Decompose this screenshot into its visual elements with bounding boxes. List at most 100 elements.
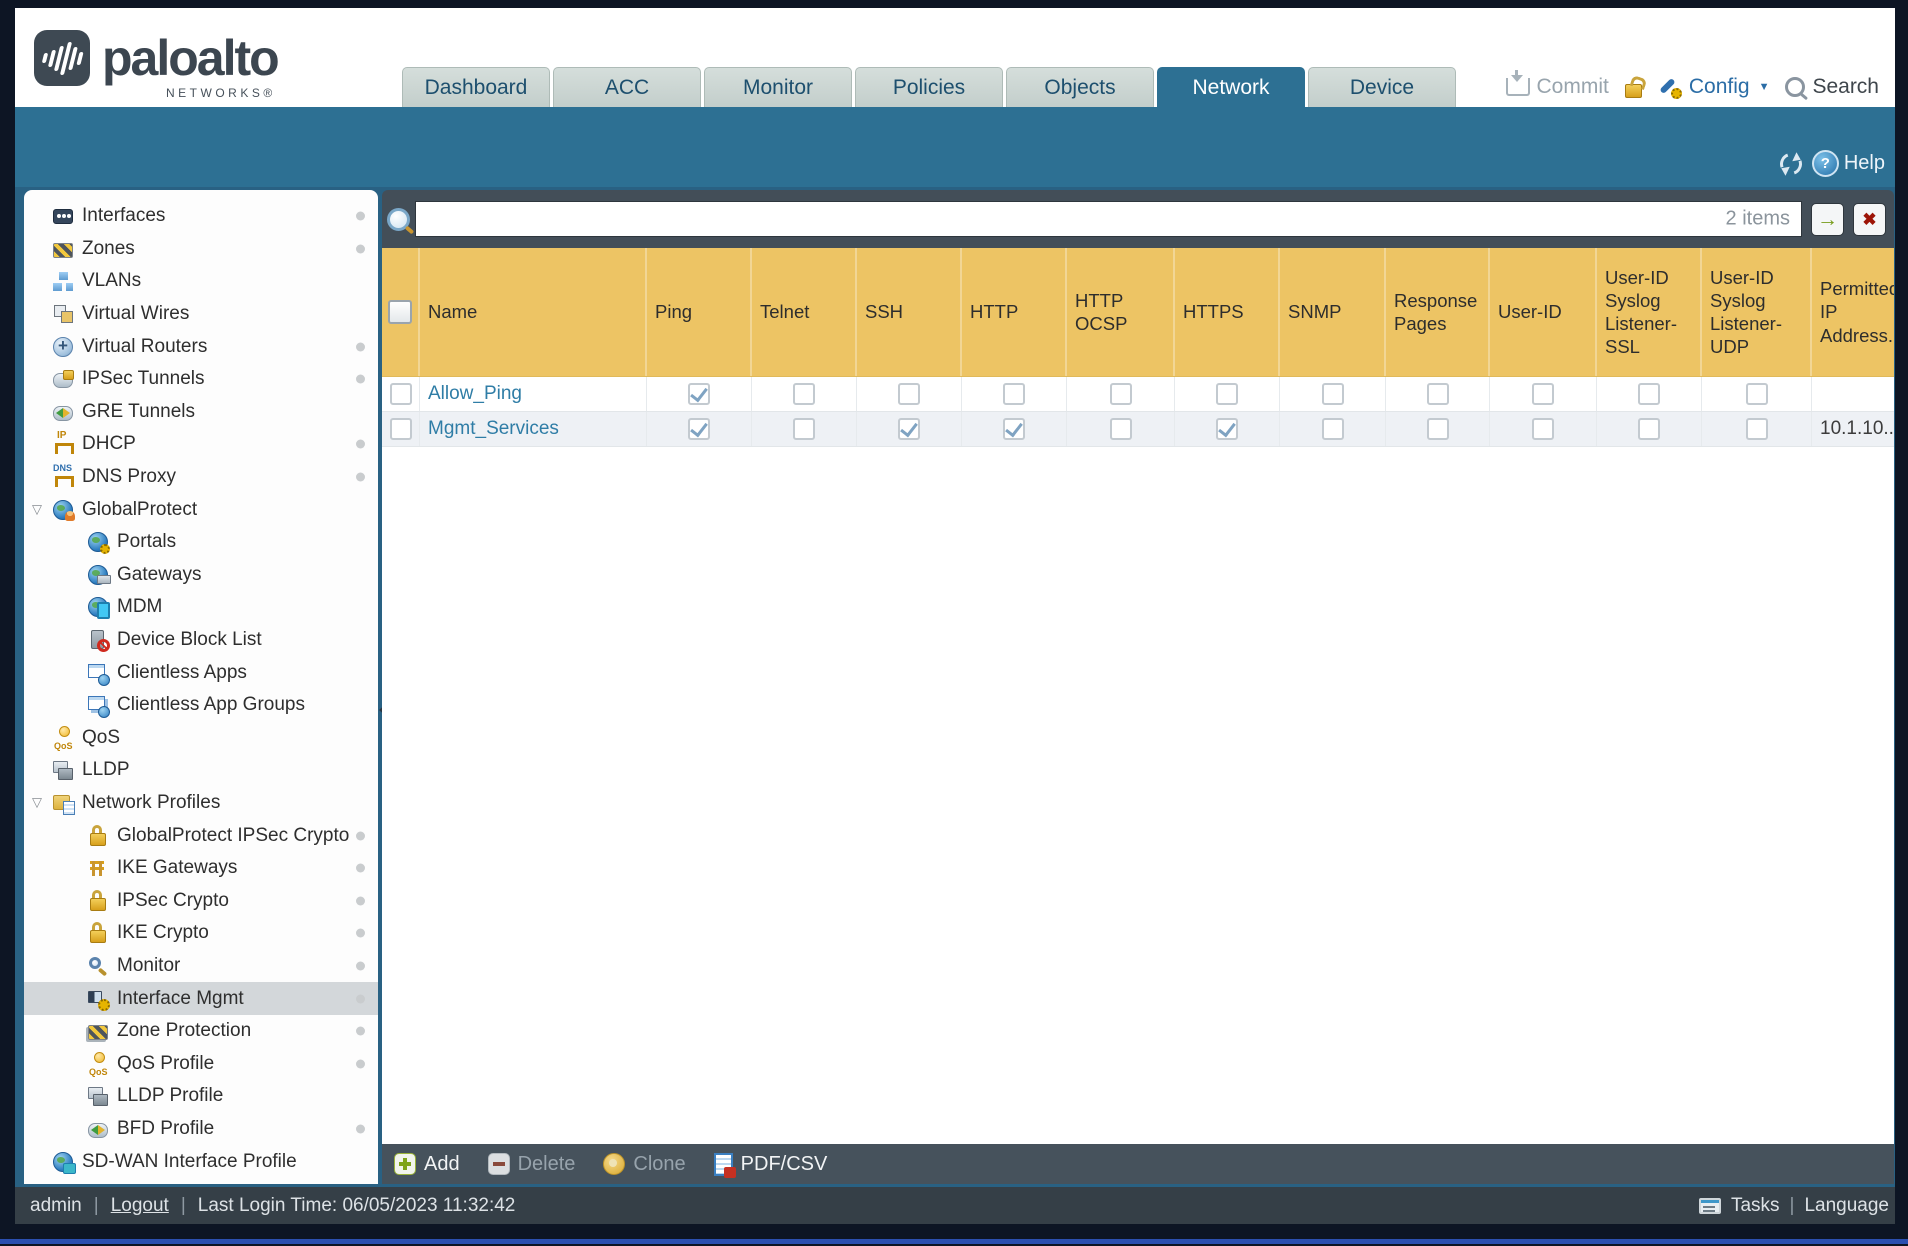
sidebar-item-globalprotect-ipsec-crypto[interactable]: GlobalProtect IPSec Crypto — [24, 819, 378, 852]
column-header-uid_syslog_ssl[interactable]: User-ID Syslog Listener-SSL — [1597, 248, 1702, 376]
config-menu-button[interactable]: Config ▼ — [1658, 75, 1769, 99]
row-select-checkbox[interactable] — [389, 383, 412, 405]
http-checkbox[interactable] — [1003, 418, 1025, 440]
profile-name-link[interactable]: Mgmt_Services — [420, 418, 559, 440]
response_pages-checkbox[interactable] — [1426, 383, 1449, 405]
sidebar-item-ipsec-tunnels[interactable]: IPSec Tunnels — [24, 363, 378, 396]
column-header-http_ocsp[interactable]: HTTP OCSP — [1067, 248, 1175, 376]
refresh-icon[interactable] — [1776, 148, 1806, 179]
tab-objects[interactable]: Objects — [1006, 67, 1154, 107]
lock-icon[interactable] — [1624, 84, 1642, 98]
sidebar-item-ike-crypto[interactable]: IKE Crypto — [24, 917, 378, 950]
sidebar-item-ipsec-crypto[interactable]: IPSec Crypto — [24, 884, 378, 917]
tab-monitor[interactable]: Monitor — [704, 67, 852, 107]
filter-input[interactable] — [415, 201, 1802, 237]
device-block-list-icon — [88, 630, 110, 653]
column-header-telnet[interactable]: Telnet — [752, 248, 857, 376]
profile-name-link[interactable]: Allow_Ping — [420, 383, 522, 405]
sidebar-item-device-block-list[interactable]: Device Block List — [24, 624, 378, 657]
pdf-csv-button[interactable]: PDF/CSV — [713, 1152, 827, 1178]
row-select-checkbox[interactable] — [389, 418, 412, 440]
language-button[interactable]: Language — [1804, 1195, 1889, 1217]
http_ocsp-checkbox[interactable] — [1109, 383, 1132, 405]
commit-button[interactable]: Commit — [1505, 70, 1609, 99]
sidebar-item-lldp[interactable]: LLDP — [24, 754, 378, 787]
http-checkbox[interactable] — [1003, 383, 1025, 405]
sidebar-item-globalprotect[interactable]: ▽ GlobalProtect — [24, 493, 378, 526]
sidebar-item-lldp-profile[interactable]: LLDP Profile — [24, 1080, 378, 1113]
expander-down-icon[interactable]: ▽ — [32, 501, 42, 517]
tab-acc[interactable]: ACC — [553, 67, 701, 107]
ping-checkbox[interactable] — [688, 418, 710, 440]
sidebar-item-mdm[interactable]: MDM — [24, 591, 378, 624]
uid_syslog_udp-checkbox[interactable] — [1745, 418, 1768, 440]
search-label: Search — [1812, 75, 1879, 98]
commit-icon — [1505, 70, 1530, 96]
snmp-checkbox[interactable] — [1321, 383, 1344, 405]
help-button[interactable]: ? Help — [1811, 150, 1885, 177]
add-button[interactable]: Add — [394, 1153, 460, 1176]
clear-filter-button[interactable]: ✖ — [1853, 202, 1886, 236]
ping-checkbox[interactable] — [688, 383, 710, 405]
gateways-icon — [88, 564, 111, 585]
ssh-checkbox[interactable] — [898, 383, 920, 405]
user_id-checkbox[interactable] — [1532, 383, 1554, 405]
sidebar-item-virtual-wires[interactable]: Virtual Wires — [24, 298, 378, 331]
ssh-checkbox[interactable] — [898, 418, 920, 440]
tab-dashboard[interactable]: Dashboard — [402, 67, 550, 107]
uid_syslog_ssl-checkbox[interactable] — [1638, 383, 1660, 405]
tasks-button[interactable]: Tasks — [1731, 1195, 1780, 1217]
sidebar-item-portals[interactable]: Portals — [24, 526, 378, 559]
column-header-select[interactable] — [382, 248, 420, 376]
sidebar-item-virtual-routers[interactable]: Virtual Routers — [24, 330, 378, 363]
https-checkbox[interactable] — [1216, 383, 1238, 405]
telnet-checkbox[interactable] — [793, 383, 815, 405]
column-header-permitted_ip[interactable]: Permitted IP Address... — [1812, 248, 1894, 376]
global-search-button[interactable]: Search — [1785, 75, 1879, 99]
sidebar-item-clientless-apps[interactable]: Clientless Apps — [24, 656, 378, 689]
https-checkbox[interactable] — [1216, 418, 1238, 440]
tab-network[interactable]: Network — [1157, 67, 1305, 107]
column-header-ping[interactable]: Ping — [647, 248, 752, 376]
sidebar-item-qos[interactable]: QoS — [24, 722, 378, 755]
sidebar-item-sd-wan-interface-profile[interactable]: SD-WAN Interface Profile — [24, 1145, 378, 1178]
user_id-checkbox[interactable] — [1532, 418, 1554, 440]
select-all-checkbox[interactable] — [388, 300, 412, 324]
logout-link[interactable]: Logout — [111, 1195, 169, 1217]
sidebar-item-monitor[interactable]: Monitor — [24, 950, 378, 983]
column-header-name[interactable]: Name — [420, 248, 647, 376]
sidebar-item-gre-tunnels[interactable]: GRE Tunnels — [24, 396, 378, 429]
sidebar-item-interface-mgmt[interactable]: Interface Mgmt — [24, 982, 378, 1015]
uid_syslog_ssl-checkbox[interactable] — [1638, 418, 1660, 440]
sidebar-item-zones[interactable]: Zones — [24, 233, 378, 266]
apply-filter-button[interactable]: → — [1811, 202, 1844, 236]
sidebar-item-clientless-app-groups[interactable]: Clientless App Groups — [24, 689, 378, 722]
clone-button[interactable]: Clone — [603, 1153, 686, 1176]
column-header-snmp[interactable]: SNMP — [1280, 248, 1386, 376]
column-header-http[interactable]: HTTP — [962, 248, 1067, 376]
delete-button[interactable]: Delete — [487, 1153, 575, 1176]
sidebar-item-interfaces[interactable]: Interfaces — [24, 200, 378, 233]
sidebar-item-ike-gateways[interactable]: IKE Gateways — [24, 852, 378, 885]
sidebar-item-network-profiles[interactable]: ▽ Network Profiles — [24, 787, 378, 820]
expander-down-icon[interactable]: ▽ — [32, 794, 42, 810]
column-header-https[interactable]: HTTPS — [1175, 248, 1280, 376]
tab-policies[interactable]: Policies — [855, 67, 1003, 107]
sidebar-item-zone-protection[interactable]: Zone Protection — [24, 1015, 378, 1048]
sidebar-item-vlans[interactable]: VLANs — [24, 265, 378, 298]
column-header-uid_syslog_udp[interactable]: User-ID Syslog Listener-UDP — [1702, 248, 1812, 376]
sidebar-item-qos-profile[interactable]: QoS Profile — [24, 1047, 378, 1080]
sidebar-item-dhcp[interactable]: DHCP — [24, 428, 378, 461]
column-header-ssh[interactable]: SSH — [857, 248, 962, 376]
column-header-response_pages[interactable]: Response Pages — [1386, 248, 1490, 376]
column-header-user_id[interactable]: User-ID — [1490, 248, 1597, 376]
sidebar-item-dns-proxy[interactable]: DNS Proxy — [24, 461, 378, 494]
sidebar-item-bfd-profile[interactable]: BFD Profile — [24, 1113, 378, 1146]
sidebar-item-gateways[interactable]: Gateways — [24, 559, 378, 592]
uid_syslog_udp-checkbox[interactable] — [1745, 383, 1768, 405]
response_pages-checkbox[interactable] — [1426, 418, 1449, 440]
telnet-checkbox[interactable] — [793, 418, 815, 440]
snmp-checkbox[interactable] — [1321, 418, 1344, 440]
http_ocsp-checkbox[interactable] — [1109, 418, 1132, 440]
tab-device[interactable]: Device — [1308, 67, 1456, 107]
